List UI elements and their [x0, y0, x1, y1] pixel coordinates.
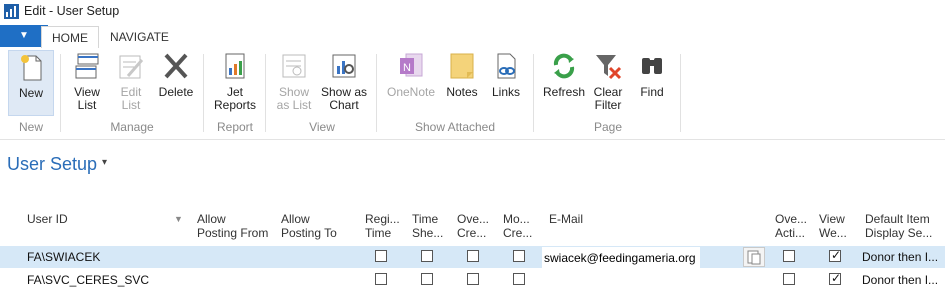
- group-separator: [680, 54, 681, 132]
- svg-text:N: N: [403, 62, 411, 74]
- jet-reports-icon: [225, 53, 245, 79]
- edit-list-button[interactable]: Edit List: [112, 50, 150, 112]
- table-row[interactable]: FA\SVC_CERES_SVC Donor then I...: [0, 269, 945, 291]
- binoculars-icon: [642, 58, 662, 74]
- links-label: Links: [491, 85, 520, 99]
- cell-default-item-display[interactable]: Donor then I...: [862, 273, 938, 287]
- column-header-allow-posting-from[interactable]: Allow Posting From: [197, 212, 268, 240]
- tab-navigate[interactable]: NAVIGATE: [100, 26, 179, 48]
- group-separator: [265, 54, 266, 132]
- show-as-list-button[interactable]: Show as List: [274, 50, 314, 112]
- column-header-user-id[interactable]: User ID: [27, 212, 68, 226]
- view-list-icon: [75, 53, 99, 79]
- column-header-overtime-create[interactable]: Ove... Cre...: [457, 212, 489, 240]
- new-document-icon: [21, 55, 42, 81]
- view-list-label: View List: [74, 85, 100, 112]
- checkbox-over-action[interactable]: [783, 273, 795, 285]
- checkbox-time-sheet[interactable]: [421, 273, 433, 285]
- window-title: Edit - User Setup: [24, 4, 120, 18]
- table-row[interactable]: FA\SWIACEK Donor then I...: [0, 246, 945, 268]
- group-label-show-attached: Show Attached: [414, 120, 496, 134]
- group-separator: [533, 54, 534, 132]
- checkbox-view-web[interactable]: [829, 248, 841, 262]
- view-list-button[interactable]: View List: [66, 50, 108, 112]
- refresh-icon: [553, 53, 575, 79]
- edit-list-icon: [119, 55, 144, 79]
- email-lookup-button[interactable]: [743, 247, 765, 267]
- page-title: User Setup: [7, 154, 98, 174]
- column-header-mo-create[interactable]: Mo... Cre...: [503, 212, 532, 240]
- checkbox-time-sheet[interactable]: [421, 250, 433, 262]
- cell-user-id[interactable]: FA\SVC_CERES_SVC: [27, 273, 149, 287]
- notes-icon: [450, 53, 474, 79]
- delete-label: Delete: [158, 85, 194, 99]
- edit-list-label: Edit List: [120, 85, 142, 112]
- find-label: Find: [640, 85, 664, 99]
- sort-chevron-icon[interactable]: ▼: [174, 212, 183, 226]
- group-label-view: View: [309, 120, 335, 134]
- checkbox-over-action[interactable]: [783, 250, 795, 262]
- group-label-manage: Manage: [110, 120, 154, 134]
- jet-reports-label: Jet Reports: [213, 85, 257, 112]
- column-header-view-web[interactable]: View We...: [819, 212, 847, 240]
- find-button[interactable]: Find: [634, 50, 670, 99]
- show-as-list-label: Show as List: [276, 85, 312, 112]
- group-separator: [376, 54, 377, 132]
- group-label-new: New: [18, 120, 43, 134]
- column-header-allow-posting-to[interactable]: Allow Posting To: [281, 212, 337, 240]
- column-header-default-item-display[interactable]: Default Item Display Se...: [865, 212, 932, 240]
- checkbox-overtime-create[interactable]: [467, 250, 479, 262]
- new-button[interactable]: New: [8, 50, 54, 116]
- checkbox-overtime-create[interactable]: [467, 273, 479, 285]
- group-label-page: Page: [593, 120, 623, 134]
- clear-filter-icon: [596, 55, 622, 80]
- column-header-time-sheet[interactable]: Time She...: [412, 212, 443, 240]
- links-button[interactable]: Links: [488, 50, 524, 99]
- clear-filter-button[interactable]: Clear Filter: [590, 50, 626, 112]
- cell-default-item-display[interactable]: Donor then I...: [862, 250, 938, 264]
- page-title-menu-chevron[interactable]: ▾: [102, 157, 107, 168]
- group-label-report: Report: [216, 120, 254, 134]
- checkbox-mo-create[interactable]: [513, 273, 525, 285]
- group-separator: [203, 54, 204, 132]
- show-as-chart-button[interactable]: Show as Chart: [318, 50, 370, 112]
- column-header-register-time[interactable]: Regi... Time: [365, 212, 400, 240]
- onenote-button[interactable]: N OneNote: [384, 50, 438, 99]
- notes-label: Notes: [446, 85, 478, 99]
- refresh-button[interactable]: Refresh: [541, 50, 587, 99]
- notes-button[interactable]: Notes: [443, 50, 481, 99]
- show-as-chart-label: Show as Chart: [320, 85, 368, 112]
- show-as-list-icon: [282, 54, 306, 78]
- cell-user-id[interactable]: FA\SWIACEK: [27, 250, 100, 264]
- column-header-email[interactable]: E-Mail: [549, 212, 583, 226]
- app-logo-icon: [4, 4, 19, 19]
- tab-home[interactable]: HOME: [41, 26, 99, 50]
- lookup-icon: [747, 250, 761, 265]
- column-header-over-action[interactable]: Ove... Acti...: [775, 212, 807, 240]
- group-separator: [60, 54, 61, 132]
- checkbox-mo-create[interactable]: [513, 250, 525, 262]
- links-icon: [497, 53, 516, 79]
- delete-button[interactable]: Delete: [156, 50, 196, 99]
- checkbox-register-time[interactable]: [375, 250, 387, 262]
- checkbox-view-web[interactable]: [829, 271, 841, 285]
- show-as-chart-icon: [332, 54, 356, 78]
- onenote-label: OneNote: [386, 85, 436, 99]
- window-title-bar: [0, 0, 945, 24]
- checkbox-register-time[interactable]: [375, 273, 387, 285]
- refresh-label: Refresh: [542, 85, 586, 99]
- onenote-icon: N: [400, 53, 423, 77]
- email-input[interactable]: [542, 247, 700, 269]
- clear-filter-label: Clear Filter: [593, 85, 623, 112]
- new-button-label: New: [18, 86, 43, 100]
- delete-icon: [164, 53, 188, 79]
- jet-reports-button[interactable]: Jet Reports: [212, 50, 258, 112]
